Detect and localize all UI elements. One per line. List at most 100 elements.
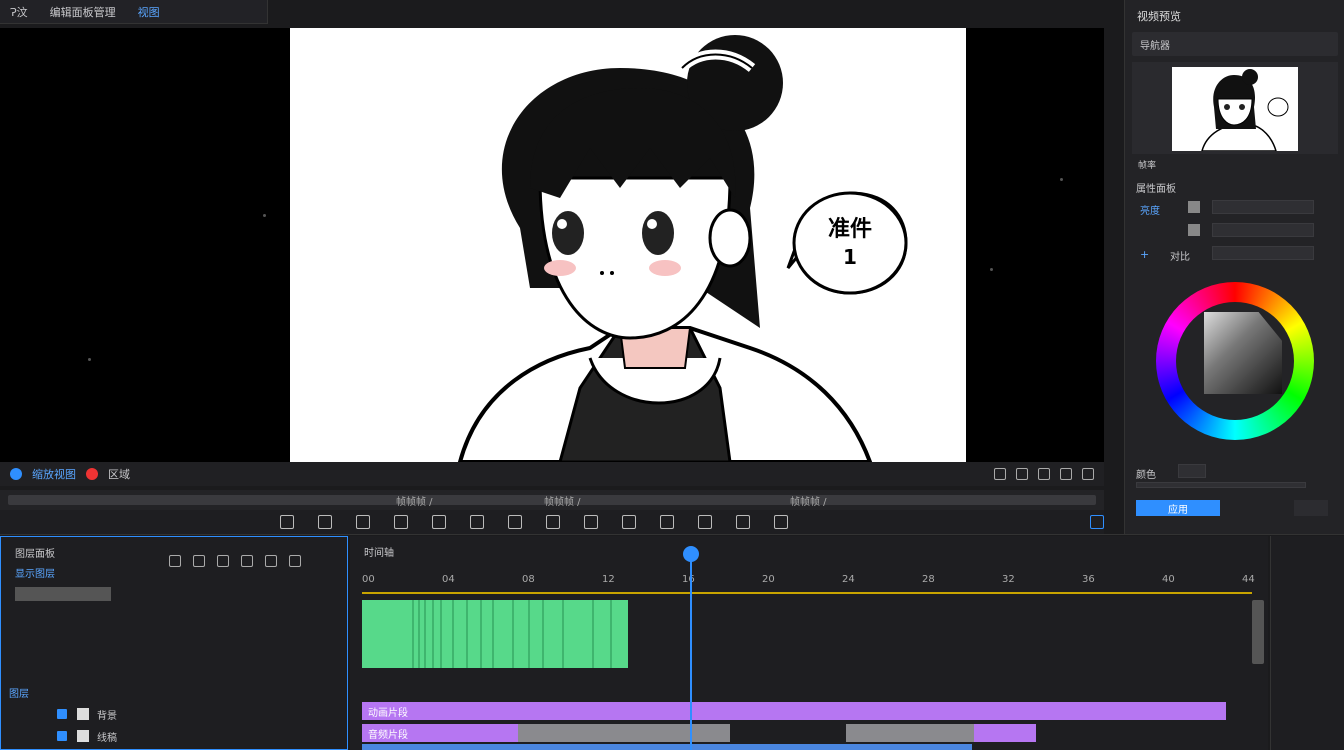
swatch[interactable] [1188,201,1200,213]
layers-subtitle[interactable]: 显示图层 [15,565,55,580]
tool-icon[interactable] [736,515,750,529]
ruler-tick-label: 16 [682,574,695,585]
tool-icon[interactable] [698,515,712,529]
timeline-scrollbar[interactable] [1252,600,1264,664]
plane-icon[interactable] [217,555,229,567]
tool-icon[interactable] [318,515,332,529]
speech-bubble-text: 准件 [828,217,872,242]
clip-stripe [440,600,442,668]
layer-filter-field[interactable] [15,587,111,601]
region-label[interactable]: 区域 [108,466,130,482]
tool-icon[interactable] [356,515,370,529]
settings-button[interactable] [1294,500,1328,516]
tool-icon[interactable] [432,515,446,529]
timeline-track-label: 时间轴 [364,548,394,559]
clip-stripe [528,600,530,668]
background-speck [1060,178,1063,181]
tool-row [169,555,301,567]
color-slider[interactable] [1136,482,1306,488]
gap-clip[interactable] [518,724,730,742]
brush-icon[interactable] [193,555,205,567]
contrast-field[interactable] [1212,246,1314,260]
plus-icon[interactable]: + [1140,248,1149,261]
navigator-header[interactable]: 导航器 [1132,32,1338,56]
hand-icon[interactable] [241,555,253,567]
thumb-caption: 帧率 [1138,161,1157,171]
clip-stripe [512,600,514,668]
crop-icon[interactable] [1038,468,1050,480]
layer-row[interactable]: 线稿 [1,725,347,747]
clip-stripe [492,600,494,668]
properties-title: 属性面板 [1136,184,1176,195]
clip-stripe [480,600,482,668]
side-toolbar [1270,536,1344,750]
grid-icon[interactable] [1060,468,1072,480]
gap-clip[interactable] [846,724,974,742]
end-clip[interactable] [974,724,1036,742]
brightness-field[interactable] [1212,200,1314,214]
tool-icon[interactable] [394,515,408,529]
artwork-canvas[interactable]: 准件 1 [290,28,966,462]
droplet-icon[interactable] [265,555,277,567]
tool-icon[interactable] [280,515,294,529]
tool-icon[interactable] [584,515,598,529]
layer-name: 背景 [97,710,117,722]
contrast-label: 对比 [1170,252,1190,263]
marker-label: 帧帧帧 / [544,497,581,508]
tool-icon[interactable] [622,515,636,529]
playhead-handle[interactable] [683,546,699,562]
speech-bubble-number: 1 [843,245,857,269]
ruler-tick-label: 28 [922,574,935,585]
ruler-tick-label: 24 [842,574,855,585]
tool-icon[interactable] [470,515,484,529]
green-clip[interactable] [362,600,628,668]
menu-item-edit[interactable]: 编辑面板管理 [50,4,116,20]
expand-icon[interactable] [1082,468,1094,480]
menu-item-view[interactable]: 视图 [138,4,160,20]
swatch[interactable] [1188,224,1200,236]
zoom-label[interactable]: 缩放视图 [32,466,76,482]
audio-clip[interactable]: 音频片段 [362,724,518,742]
ruler-tick-label: 00 [362,574,375,585]
clip-stripe [610,600,612,668]
ruler-tick-label: 12 [602,574,615,585]
frame-icon[interactable] [994,468,1006,480]
playhead-line[interactable] [690,556,692,750]
visible-checkbox[interactable] [57,731,67,741]
value-field[interactable] [1212,223,1314,237]
layer-thumb [77,708,89,720]
layer-thumb [77,730,89,742]
visible-checkbox[interactable] [57,709,67,719]
tool-icon[interactable] [546,515,560,529]
background-speck [263,214,266,217]
menu-item-file[interactable]: Ɂ汶 [10,4,28,20]
thumbnail-image [1201,69,1289,151]
ruler-tick-label: 36 [1082,574,1095,585]
clip-stripe [412,600,414,668]
bottom-clip[interactable] [362,744,972,750]
ruler-tick-label: 20 [762,574,775,585]
tool-icon[interactable] [774,515,788,529]
tool-icon[interactable] [508,515,522,529]
record-icon[interactable] [86,468,98,480]
clip-stripe [418,600,420,668]
scrubber-bar[interactable]: 帧帧帧 / 帧帧帧 / 帧帧帧 / [0,490,1104,510]
viewer-toolbar: 缩放视图 区域 [0,462,1104,486]
pen-icon[interactable] [169,555,181,567]
clip-stripe [592,600,594,668]
anime-girl-illustration: 准件 1 [457,35,908,462]
animation-clip[interactable]: 动画片段 [362,702,1226,720]
clip-stripe [542,600,544,668]
globe-icon[interactable] [10,468,22,480]
layer-row[interactable]: 背景 [1,703,347,725]
tool-icon[interactable] [660,515,674,529]
chat-icon[interactable] [1016,468,1028,480]
fullscreen-icon[interactable] [1090,515,1104,529]
timeline-ruler[interactable]: 00 04 08 12 16 20 24 28 32 36 40 44 [362,572,1255,594]
marker-label: 帧帧帧 / [790,497,827,508]
hex-field[interactable] [1178,464,1206,478]
apply-button[interactable]: 应用 [1136,500,1220,516]
ruler-tick-label: 32 [1002,574,1015,585]
navigator-thumbnail[interactable] [1172,67,1298,151]
warning-icon[interactable] [289,555,301,567]
